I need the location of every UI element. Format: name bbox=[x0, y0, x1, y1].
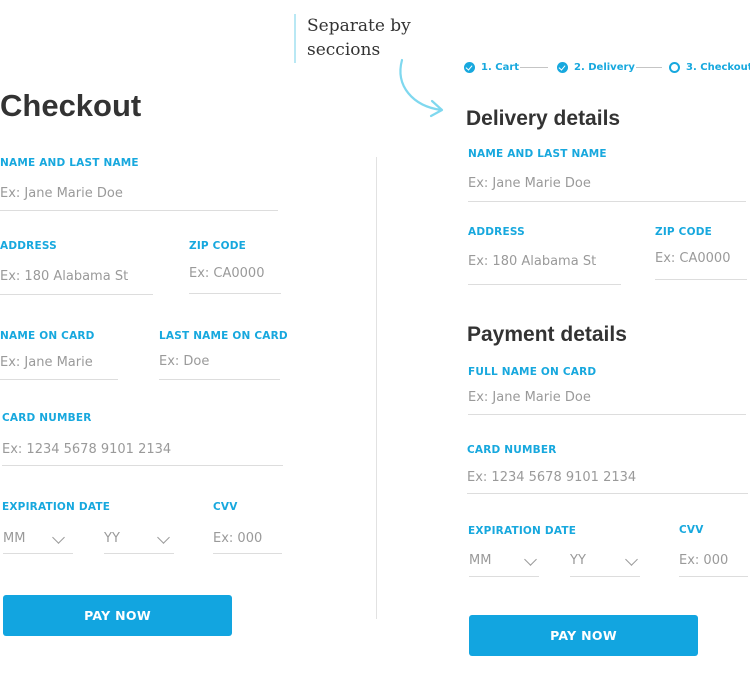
check-circle-icon bbox=[557, 61, 568, 73]
section-divider bbox=[376, 157, 377, 619]
card-last-input[interactable]: Ex: Doe bbox=[159, 354, 209, 369]
card-name-label: NAME ON CARD bbox=[0, 330, 95, 342]
cvv-underline bbox=[679, 576, 748, 577]
address-underline bbox=[0, 294, 153, 295]
chevron-down-icon[interactable] bbox=[157, 531, 170, 544]
step-cart-label: 1. Cart bbox=[481, 61, 520, 73]
full-name-label: FULL NAME ON CARD bbox=[468, 366, 597, 378]
cvv-underline bbox=[213, 553, 282, 554]
year-underline bbox=[104, 553, 174, 554]
name-label: NAME AND LAST NAME bbox=[0, 157, 139, 169]
cvv-input[interactable]: Ex: 000 bbox=[679, 553, 728, 568]
step-delivery[interactable]: 2. Delivery bbox=[557, 60, 635, 74]
payment-title: Payment details bbox=[467, 323, 627, 346]
address-input[interactable]: Ex: 180 Alabama St bbox=[468, 254, 596, 269]
annotation-line-1: Separate by bbox=[307, 16, 411, 36]
name-label: NAME AND LAST NAME bbox=[468, 148, 607, 160]
pay-now-button[interactable]: PAY NOW bbox=[3, 595, 232, 636]
card-number-underline bbox=[467, 493, 748, 494]
month-select[interactable]: MM bbox=[3, 531, 25, 546]
delivery-title: Delivery details bbox=[466, 107, 621, 130]
step-cart[interactable]: 1. Cart bbox=[464, 60, 519, 74]
cvv-label: CVV bbox=[213, 501, 238, 513]
name-input[interactable]: Ex: Jane Marie Doe bbox=[0, 186, 123, 201]
card-number-input[interactable]: Ex: 1234 5678 9101 2134 bbox=[467, 470, 636, 485]
address-label: ADDRESS bbox=[0, 240, 57, 252]
zip-input[interactable]: Ex: CA0000 bbox=[189, 266, 264, 281]
pay-now-button[interactable]: PAY NOW bbox=[469, 615, 698, 656]
full-name-input[interactable]: Ex: Jane Marie Doe bbox=[468, 390, 591, 405]
address-underline bbox=[468, 284, 621, 285]
page-title: Checkout bbox=[0, 88, 142, 123]
month-underline bbox=[469, 576, 539, 577]
card-last-underline bbox=[159, 379, 280, 380]
annotation-note: Separate by seccions bbox=[307, 14, 437, 62]
chevron-down-icon[interactable] bbox=[52, 531, 65, 544]
step-connector bbox=[520, 67, 548, 68]
zip-input[interactable]: Ex: CA0000 bbox=[655, 251, 730, 266]
cvv-input[interactable]: Ex: 000 bbox=[213, 531, 262, 546]
curved-arrow-icon bbox=[399, 58, 444, 118]
zip-underline bbox=[189, 293, 281, 294]
month-underline bbox=[3, 553, 73, 554]
month-select[interactable]: MM bbox=[469, 553, 491, 568]
card-last-label: LAST NAME ON CARD bbox=[159, 330, 288, 342]
chevron-down-icon[interactable] bbox=[625, 553, 638, 566]
circle-icon bbox=[669, 61, 680, 73]
zip-label: ZIP CODE bbox=[655, 226, 712, 238]
year-select[interactable]: YY bbox=[570, 553, 586, 568]
full-name-underline bbox=[468, 414, 746, 415]
card-number-label: CARD NUMBER bbox=[2, 412, 92, 424]
step-connector bbox=[636, 67, 662, 68]
card-name-input[interactable]: Ex: Jane Marie bbox=[0, 355, 93, 370]
annotation-bar bbox=[294, 14, 296, 63]
chevron-down-icon[interactable] bbox=[524, 553, 537, 566]
expiration-label: EXPIRATION DATE bbox=[2, 501, 111, 513]
year-underline bbox=[570, 576, 640, 577]
cvv-label: CVV bbox=[679, 524, 704, 536]
card-number-input[interactable]: Ex: 1234 5678 9101 2134 bbox=[2, 442, 171, 457]
expiration-label: EXPIRATION DATE bbox=[468, 525, 577, 537]
check-circle-icon bbox=[464, 61, 475, 73]
step-checkout-label: 3. Checkout bbox=[686, 61, 750, 73]
step-checkout[interactable]: 3. Checkout bbox=[669, 60, 750, 74]
card-number-underline bbox=[2, 465, 283, 466]
card-number-label: CARD NUMBER bbox=[467, 444, 557, 456]
name-underline bbox=[0, 210, 278, 211]
step-delivery-label: 2. Delivery bbox=[574, 61, 635, 73]
name-underline bbox=[468, 201, 746, 202]
card-name-underline bbox=[0, 379, 118, 380]
address-label: ADDRESS bbox=[468, 226, 525, 238]
year-select[interactable]: YY bbox=[104, 531, 120, 546]
zip-label: ZIP CODE bbox=[189, 240, 246, 252]
zip-underline bbox=[655, 279, 747, 280]
name-input[interactable]: Ex: Jane Marie Doe bbox=[468, 176, 591, 191]
address-input[interactable]: Ex: 180 Alabama St bbox=[0, 269, 128, 284]
